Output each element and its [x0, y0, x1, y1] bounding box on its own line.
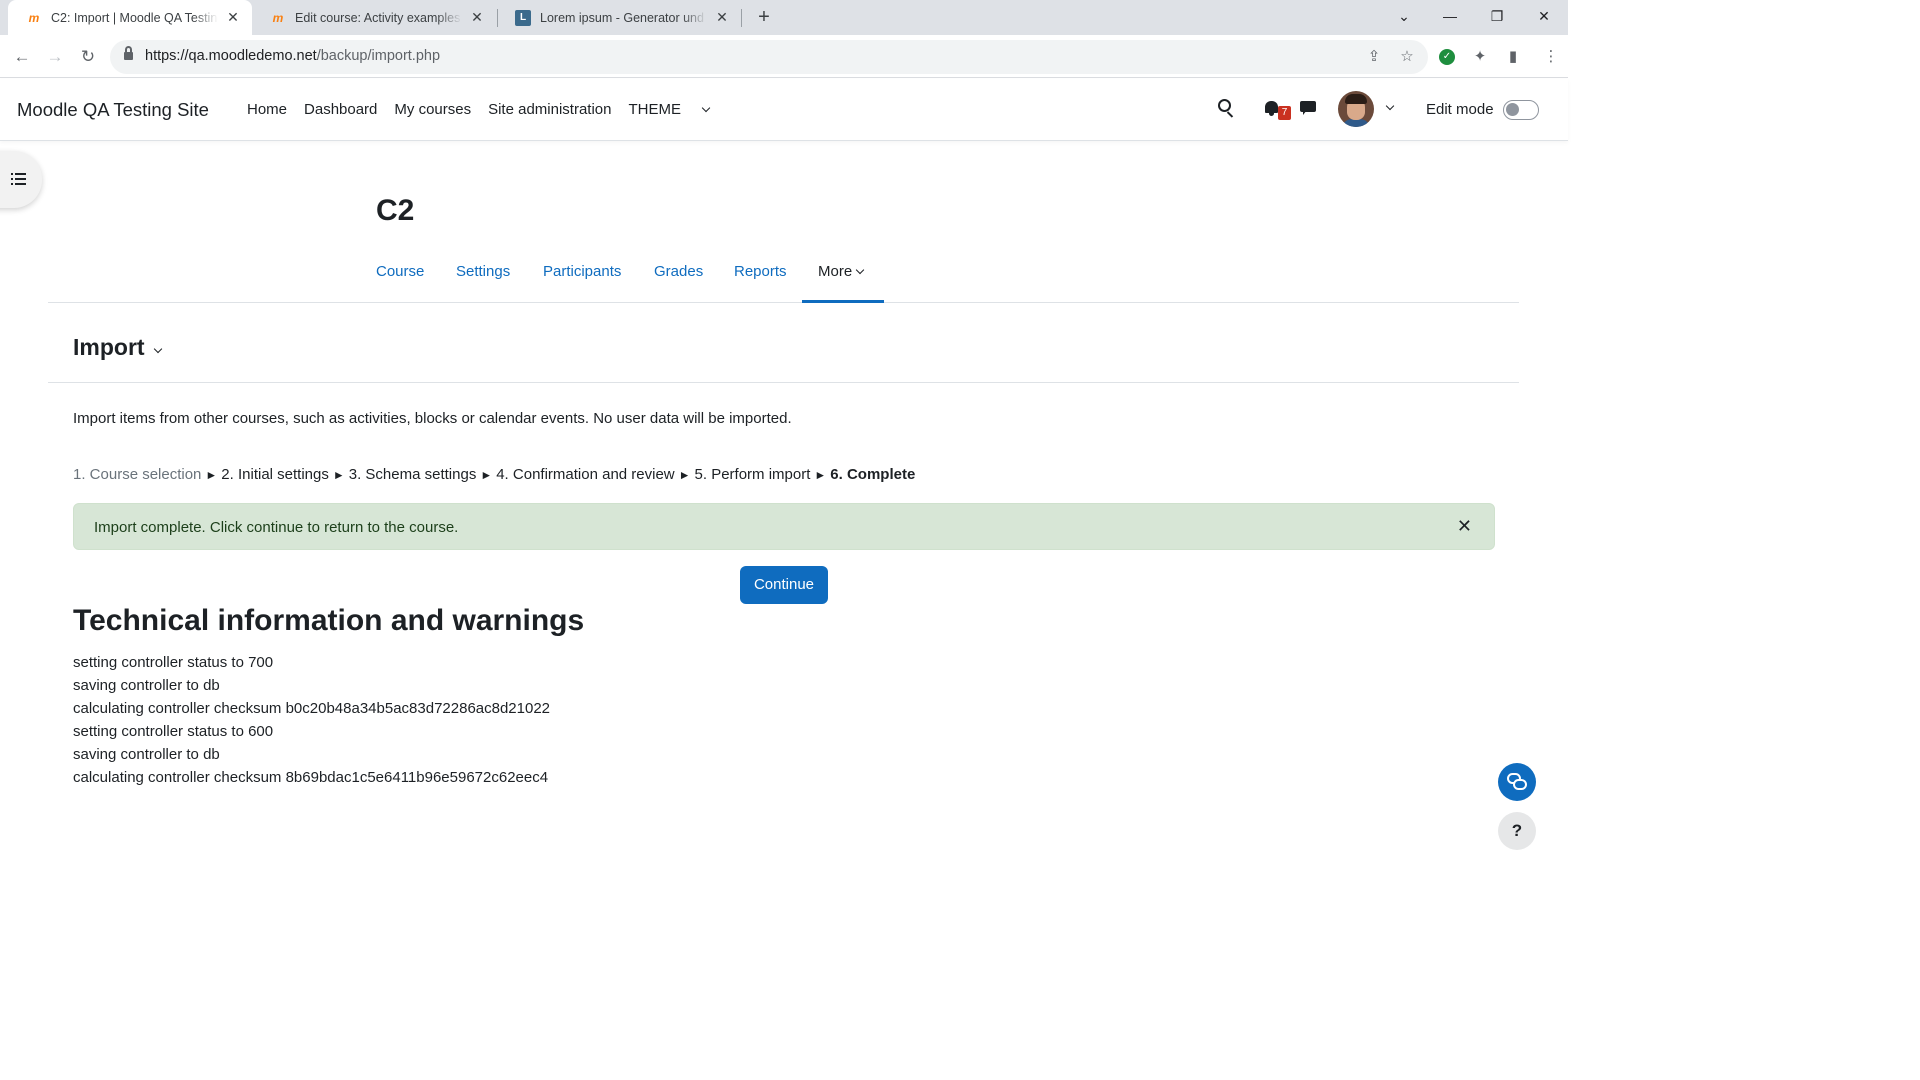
forward-button[interactable]: → — [41, 43, 69, 71]
browser-tab[interactable]: m Edit course: Activity examples | M ✕ — [252, 0, 496, 35]
step-course-selection: 1. Course selection — [73, 466, 202, 483]
nav-site-administration[interactable]: Site administration — [488, 101, 611, 118]
messages-icon[interactable] — [1300, 101, 1316, 115]
nav-dashboard[interactable]: Dashboard — [304, 101, 377, 118]
step-perform-import: 5. Perform import — [694, 466, 811, 483]
browser-tab-bar: m C2: Import | Moodle QA Testing S ✕ m E… — [0, 0, 1568, 35]
import-intro-text: Import items from other courses, such as… — [73, 410, 792, 427]
restore-button[interactable]: ❐ — [1474, 0, 1520, 32]
minimize-button[interactable]: — — [1427, 0, 1473, 32]
search-icon[interactable] — [1218, 99, 1236, 118]
edit-mode-toggle[interactable] — [1503, 100, 1539, 120]
primary-navigation: Home Dashboard My courses Site administr… — [247, 101, 726, 118]
help-question-icon[interactable]: ? — [1498, 812, 1536, 850]
chat-bubbles-icon[interactable] — [1498, 763, 1536, 801]
close-tab-icon[interactable]: ✕ — [468, 9, 486, 26]
course-title: C2 — [376, 194, 415, 227]
moodle-favicon-icon: m — [28, 10, 40, 25]
side-panel-icon[interactable]: ▮ — [1503, 47, 1523, 67]
list-icon — [11, 173, 26, 186]
user-menu-chevron-icon[interactable] — [1385, 101, 1395, 111]
step-complete: 6. Complete — [830, 466, 916, 483]
browser-tab[interactable]: L Lorem ipsum - Generator und Inf ✕ — [497, 0, 741, 35]
moodle-favicon-icon: m — [272, 10, 284, 25]
log-line: setting controller status to 700 — [73, 654, 274, 671]
tab-participants[interactable]: Participants — [543, 263, 621, 280]
window-close-button[interactable]: ✕ — [1521, 0, 1567, 32]
nav-theme-dropdown[interactable]: THEME — [629, 101, 711, 118]
browser-tab-active[interactable]: m C2: Import | Moodle QA Testing S ✕ — [8, 0, 252, 35]
step-schema-settings: 3. Schema settings — [348, 466, 477, 483]
share-icon[interactable]: ⇪ — [1363, 46, 1385, 68]
nav-my-courses[interactable]: My courses — [394, 101, 471, 118]
log-line: calculating controller checksum 8b69bdac… — [73, 769, 549, 786]
divider — [48, 382, 1519, 383]
back-button[interactable]: ← — [8, 43, 36, 71]
log-line: calculating controller checksum b0c20b48… — [73, 700, 551, 717]
step-initial-settings: 2. Initial settings — [221, 466, 329, 483]
log-line: setting controller status to 600 — [73, 723, 274, 740]
tab-course[interactable]: Course — [376, 263, 424, 280]
technical-info-heading: Technical information and warnings — [73, 604, 585, 637]
lorem-favicon-icon: L — [515, 9, 531, 26]
nav-home[interactable]: Home — [247, 101, 287, 118]
extensions-puzzle-icon[interactable]: ✦ — [1470, 47, 1490, 67]
close-tab-icon[interactable]: ✕ — [713, 9, 731, 26]
tab-grades[interactable]: Grades — [654, 263, 703, 280]
page-heading-dropdown[interactable]: Import — [73, 334, 162, 361]
tab-more[interactable]: More — [818, 263, 865, 280]
log-line: saving controller to db — [73, 746, 220, 763]
edit-mode-label: Edit mode — [1426, 101, 1494, 118]
new-tab-button[interactable]: + — [752, 4, 776, 30]
bookmark-star-icon[interactable]: ☆ — [1396, 46, 1418, 68]
tab-settings[interactable]: Settings — [456, 263, 510, 280]
import-progress-steps: 1. Course selection ► 2. Initial settings ►… — [73, 466, 916, 483]
course-index-drawer-toggle[interactable] — [0, 151, 42, 208]
url-text[interactable]: https://qa.moodledemo.net/backup/import.… — [145, 48, 440, 64]
close-icon[interactable]: ✕ — [1457, 516, 1472, 537]
reload-button[interactable]: ↻ — [74, 43, 102, 71]
notification-count-badge: 7 — [1278, 106, 1291, 120]
moodle-navbar: Moodle QA Testing Site Home Dashboard My… — [0, 79, 1568, 141]
close-tab-icon[interactable]: ✕ — [224, 9, 242, 26]
success-alert: Import complete. Click continue to retur… — [73, 503, 1495, 550]
extension-shield-icon[interactable]: ✓ — [1439, 49, 1455, 65]
address-bar[interactable]: https://qa.moodledemo.net/backup/import.… — [110, 40, 1428, 74]
active-tab-indicator — [802, 300, 884, 303]
browser-menu-icon[interactable]: ⋮ — [1541, 47, 1561, 67]
chevron-down-icon — [701, 103, 711, 113]
user-avatar[interactable] — [1338, 91, 1374, 127]
chevron-down-icon — [153, 344, 162, 354]
secondary-navigation: Course Settings Participants Grades Repo… — [48, 251, 1519, 303]
alert-message: Import complete. Click continue to retur… — [94, 519, 459, 536]
site-brand[interactable]: Moodle QA Testing Site — [17, 99, 209, 121]
tab-separator — [741, 9, 742, 27]
browser-toolbar: ← → ↻ https://qa.moodledemo.net/backup/i… — [0, 35, 1568, 78]
technical-log: setting controller status to 700 saving … — [73, 651, 550, 789]
lock-icon — [124, 46, 133, 61]
chevron-down-icon — [855, 265, 865, 275]
tab-search-chevron-icon[interactable]: ⌄ — [1381, 0, 1427, 32]
log-line: saving controller to db — [73, 677, 220, 694]
step-confirmation-review: 4. Confirmation and review — [496, 466, 675, 483]
tab-reports[interactable]: Reports — [734, 263, 787, 280]
continue-button[interactable]: Continue — [740, 566, 828, 604]
